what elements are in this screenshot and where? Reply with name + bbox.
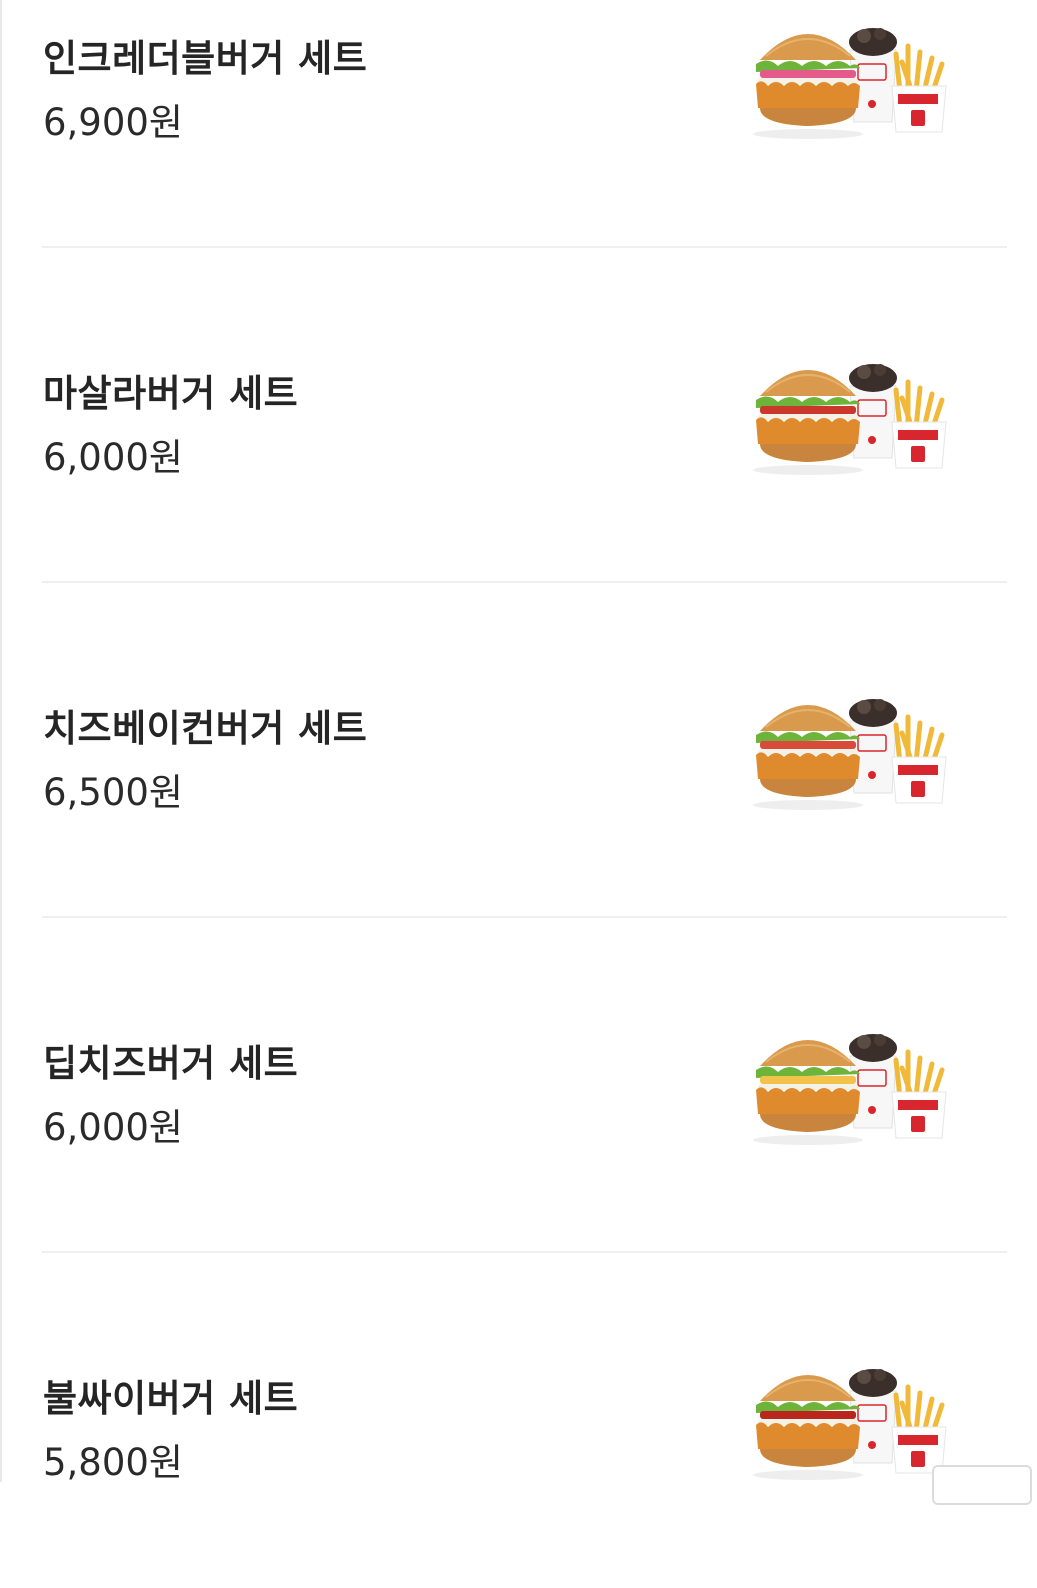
menu-item[interactable]: 딥치즈버거 세트 6,000원: [0, 918, 1037, 1253]
menu-item-name: 딥치즈버거 세트: [43, 1042, 299, 1085]
menu-item-name: 인크레더블버거 세트: [43, 37, 368, 80]
burger-set-image: [753, 1369, 947, 1480]
menu-item-name: 치즈베이컨버거 세트: [43, 707, 368, 750]
burger-set-image: [753, 28, 947, 139]
menu-item[interactable]: 치즈베이컨버거 세트 6,500원: [0, 583, 1037, 918]
menu-item-name: 마살라버거 세트: [43, 372, 299, 415]
menu-item-price: 6,000원: [43, 436, 183, 479]
menu-item-name: 불싸이버거 세트: [43, 1377, 299, 1420]
menu-item[interactable]: 인크레더블버거 세트 6,900원: [0, 0, 1037, 248]
burger-set-image: [753, 699, 947, 810]
menu-item[interactable]: 마살라버거 세트 6,000원: [0, 248, 1037, 583]
menu-item-price: 6,000원: [43, 1106, 183, 1149]
burger-set-image: [753, 1034, 947, 1145]
menu-list: 인크레더블버거 세트 6,900원 마살라버거 세트 6,000원 치즈베이컨버…: [0, 0, 1037, 1588]
menu-item-price: 6,500원: [43, 771, 183, 814]
menu-item-price: 6,900원: [43, 101, 183, 144]
menu-item[interactable]: 불싸이버거 세트 5,800원: [0, 1253, 1037, 1588]
burger-set-image: [753, 364, 947, 475]
scroll-top-button[interactable]: [932, 1465, 1032, 1505]
menu-item-price: 5,800원: [43, 1441, 183, 1484]
